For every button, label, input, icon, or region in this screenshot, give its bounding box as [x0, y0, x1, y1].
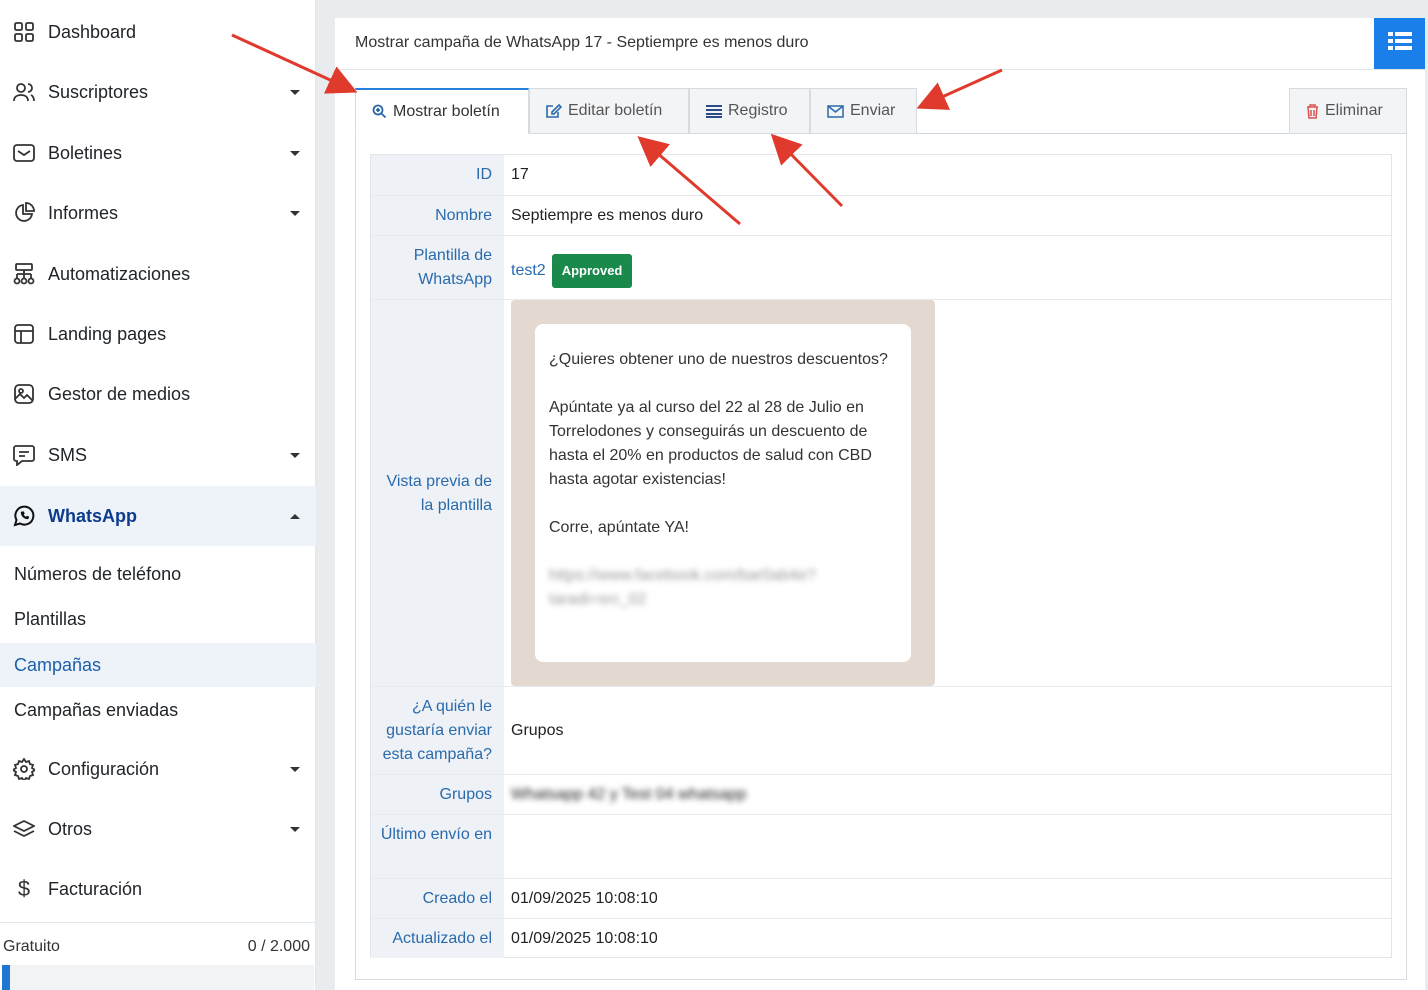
annotation-arrow — [637, 136, 741, 226]
annotation-arrow — [916, 68, 1003, 110]
annotation-arrow — [770, 133, 844, 208]
annotation-arrows — [231, 33, 1003, 226]
annotation-arrow — [231, 33, 358, 94]
